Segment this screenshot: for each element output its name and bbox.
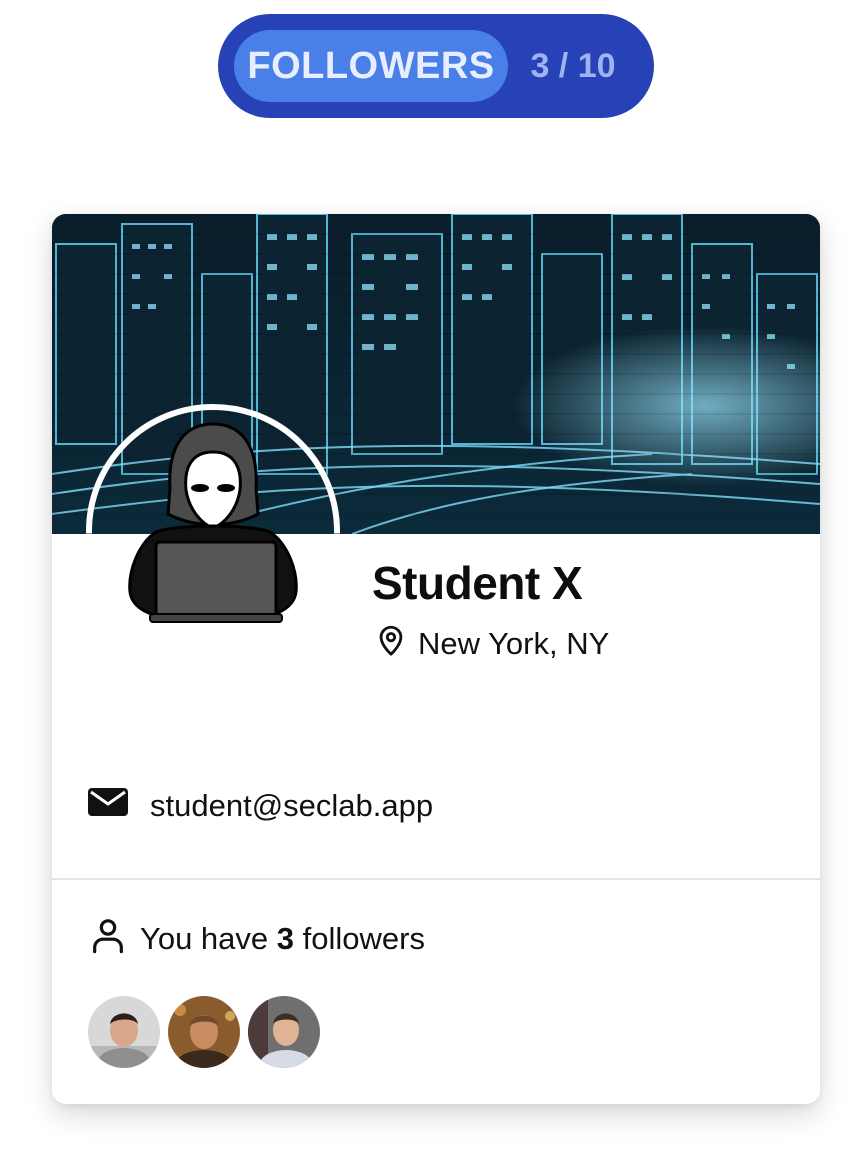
follower-avatars (88, 996, 320, 1068)
envelope-icon (88, 786, 128, 826)
email-text[interactable]: student@seclab.app (150, 788, 433, 824)
profile-card: Student X New York, NY student@seclab.ap… (52, 214, 820, 1104)
location-text: New York, NY (418, 626, 610, 661)
follower-avatar[interactable] (168, 996, 240, 1068)
followers-text: You have 3 followers (140, 921, 425, 957)
map-pin-icon (374, 622, 408, 666)
followers-suffix: followers (302, 921, 425, 956)
hacker-avatar-icon (128, 422, 298, 623)
followers-badge-label: FOLLOWERS (234, 30, 508, 102)
follower-avatar[interactable] (88, 996, 160, 1068)
card-divider (52, 878, 820, 880)
profile-location: New York, NY (374, 622, 609, 666)
followers-prefix: You have (140, 921, 269, 956)
followers-badge-count: 3 / 10 (530, 46, 616, 85)
followers-count: 3 (276, 921, 295, 956)
user-icon (88, 914, 128, 964)
follower-avatar[interactable] (248, 996, 320, 1068)
avatar[interactable] (86, 404, 340, 658)
followers-summary: You have 3 followers (88, 914, 425, 964)
profile-name: Student X (372, 557, 583, 609)
email-row[interactable]: student@seclab.app (88, 786, 433, 826)
followers-badge: FOLLOWERS 3 / 10 (218, 14, 654, 118)
